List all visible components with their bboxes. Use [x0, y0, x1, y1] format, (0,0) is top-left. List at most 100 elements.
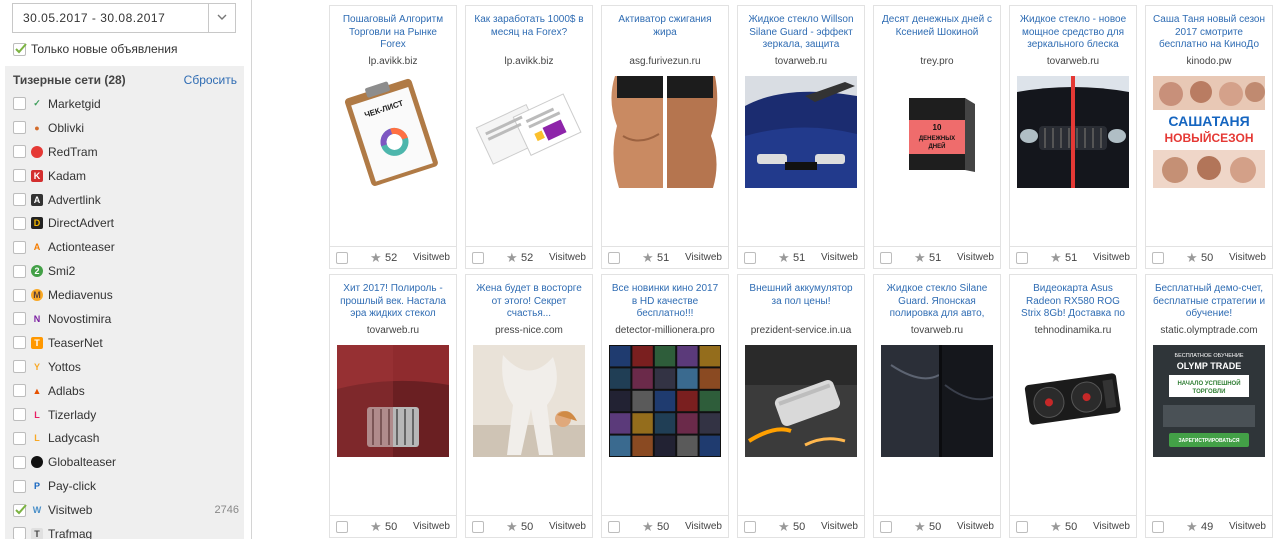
ad-card: Видеокарта Asus Radeon RX580 ROG Strix 8…	[1009, 274, 1137, 538]
ad-select-checkbox[interactable]	[1152, 521, 1164, 533]
network-checkbox[interactable]	[13, 145, 26, 159]
ad-image-dark-car-panel[interactable]	[881, 345, 993, 457]
network-checkbox[interactable]	[13, 360, 26, 374]
only-new-filter[interactable]: Только новые объявления	[13, 41, 178, 57]
ad-title-link[interactable]: Жидкое стекло Silane Guard. Японская пол…	[880, 283, 994, 321]
ad-image-bodies-photo[interactable]	[609, 76, 721, 188]
ad-likes: 50	[521, 521, 534, 533]
reset-link[interactable]: Сбросить	[184, 73, 237, 87]
date-range-picker[interactable]: 30.05.2017 - 30.08.2017	[12, 3, 236, 33]
ad-select-checkbox[interactable]	[744, 521, 756, 533]
network-item-novostimira[interactable]: N Novostimira	[13, 307, 239, 331]
ad-title-link[interactable]: Все новинки кино 2017 в HD качестве бесп…	[608, 283, 722, 321]
ad-select-checkbox[interactable]	[608, 252, 620, 264]
ad-select-checkbox[interactable]	[472, 521, 484, 533]
network-checkbox[interactable]	[13, 121, 26, 135]
network-checkbox[interactable]	[13, 431, 26, 445]
network-checkbox[interactable]	[13, 527, 26, 539]
network-checkbox[interactable]	[13, 503, 27, 517]
ad-title-link[interactable]: Как заработать 1000$ в месяц на Forex?	[472, 14, 586, 52]
network-checkbox[interactable]	[13, 288, 26, 302]
network-checkbox[interactable]	[13, 97, 26, 111]
ad-select-checkbox[interactable]	[608, 521, 620, 533]
ad-title-link[interactable]: Жена будет в восторге от этого! Секрет с…	[472, 283, 586, 321]
ad-image-car-front-split[interactable]	[1017, 76, 1129, 188]
ad-select-checkbox[interactable]	[1016, 521, 1028, 533]
network-item-adlabs[interactable]: ▲ Adlabs	[13, 379, 239, 403]
ad-select-checkbox[interactable]	[744, 252, 756, 264]
ad-image-booklet-pages[interactable]	[473, 76, 585, 188]
ad-select-checkbox[interactable]	[336, 521, 348, 533]
network-item-actionteaser[interactable]: A Actionteaser	[13, 235, 239, 259]
ad-image-product-box[interactable]: 10 ДЕНЕЖНЫХ ДНЕЙ	[881, 76, 993, 188]
ad-image-graphics-card[interactable]	[1017, 345, 1129, 457]
ad-select-checkbox[interactable]	[880, 252, 892, 264]
network-checkbox[interactable]	[13, 384, 26, 398]
star-icon: ★	[1050, 250, 1062, 265]
network-item-smi2[interactable]: 2 Smi2	[13, 259, 239, 283]
network-item-ladycash[interactable]: L Ladycash	[13, 426, 239, 450]
network-checkbox[interactable]	[13, 455, 26, 469]
ad-image-woman-pose[interactable]	[473, 345, 585, 457]
ad-select-checkbox[interactable]	[336, 252, 348, 264]
ad-title-link[interactable]: Жидкое стекло - новое мощное средство дл…	[1016, 14, 1130, 52]
network-item-tizerlady[interactable]: L Tizerlady	[13, 403, 239, 427]
network-item-globalteaser[interactable]: Globalteaser	[13, 450, 239, 474]
ad-select-checkbox[interactable]	[880, 521, 892, 533]
network-item-teasernet[interactable]: T TeaserNet	[13, 331, 239, 355]
ad-footer: ★ 50 Visitweb	[738, 515, 864, 537]
networks-heading: Тизерные сети (28)	[13, 73, 126, 87]
ad-title-link[interactable]: Активатор сжигания жира	[608, 14, 722, 52]
chevron-down-icon	[217, 14, 227, 20]
ad-image-clipboard-checklist[interactable]: ЧЕК-ЛИСТ	[337, 76, 449, 188]
ladycash-icon: L	[34, 433, 40, 444]
ad-image-blue-car-polish[interactable]	[745, 76, 857, 188]
date-range-toggle[interactable]	[208, 4, 235, 32]
ad-title-link[interactable]: Видеокарта Asus Radeon RX580 ROG Strix 8…	[1016, 283, 1130, 321]
network-name: Yottos	[48, 359, 81, 374]
ad-title-link[interactable]: Внешний аккумулятор за пол цены!	[744, 283, 858, 321]
star-icon: ★	[370, 250, 382, 265]
network-name: TeaserNet	[48, 335, 103, 350]
ad-likes: 51	[793, 252, 806, 264]
ad-title-link[interactable]: Бесплатный демо-счет, бесплатные стратег…	[1152, 283, 1266, 321]
network-checkbox[interactable]	[13, 479, 26, 493]
network-checkbox[interactable]	[13, 169, 26, 183]
network-item-advertlink[interactable]: A Advertlink	[13, 188, 239, 212]
network-item-oblivki[interactable]: ● Oblivki	[13, 116, 239, 140]
ad-select-checkbox[interactable]	[1152, 252, 1164, 264]
ad-title-link[interactable]: Хит 2017! Полироль - прошлый век. Настал…	[336, 283, 450, 321]
ad-source: Visitweb	[1092, 252, 1130, 263]
network-checkbox[interactable]	[13, 336, 26, 350]
advertlink-icon: A	[31, 193, 43, 206]
network-item-kadam[interactable]: K Kadam	[13, 164, 239, 188]
network-checkbox[interactable]	[13, 312, 26, 326]
ad-image-movie-posters-grid[interactable]	[609, 345, 721, 457]
network-checkbox[interactable]	[13, 240, 26, 254]
network-item-redtram[interactable]: RedTram	[13, 140, 239, 164]
network-item-directadvert[interactable]: D DirectAdvert	[13, 211, 239, 235]
network-item-visitweb[interactable]: W Visitweb 2746	[13, 498, 239, 522]
network-checkbox[interactable]	[13, 193, 26, 206]
ad-select-checkbox[interactable]	[1016, 252, 1028, 264]
ad-image-olymp-trade-banner[interactable]: БЕСПЛАТНОЕ ОБУЧЕНИЕ OLYMP TRADE НАЧАЛО УСП…	[1153, 345, 1265, 457]
network-item-trafmag[interactable]: T Trafmag	[13, 522, 239, 539]
ad-title-link[interactable]: Саша Таня новый сезон 2017 смотрите бесп…	[1152, 14, 1266, 52]
ad-title-link[interactable]: Пошаговый Алгоритм Торговли на Рынке For…	[336, 14, 450, 52]
ad-card: Саша Таня новый сезон 2017 смотрите бесп…	[1145, 5, 1273, 269]
network-checkbox[interactable]	[13, 216, 26, 230]
network-item-marketgid[interactable]: ✓ Marketgid	[13, 92, 239, 116]
only-new-checkbox[interactable]	[13, 42, 27, 56]
ad-domain: asg.furivezun.ru	[629, 56, 701, 67]
network-item-mediavenus[interactable]: M Mediavenus	[13, 283, 239, 307]
ad-image-tv-show-poster[interactable]: САШАТАНЯ НОВЫЙСЕЗОН	[1153, 76, 1265, 188]
ad-image-power-bank[interactable]	[745, 345, 857, 457]
ad-title-link[interactable]: Десят денежных дней с Ксенией Шокиной	[880, 14, 994, 52]
network-item-yottos[interactable]: Y Yottos	[13, 355, 239, 379]
ad-image-red-car-grille[interactable]	[337, 345, 449, 457]
network-checkbox[interactable]	[13, 264, 26, 278]
ad-select-checkbox[interactable]	[472, 252, 484, 264]
ad-title-link[interactable]: Жидкое стекло Willson Silane Guard - эфф…	[744, 14, 858, 52]
network-item-payclick[interactable]: P Pay-click	[13, 474, 239, 498]
network-checkbox[interactable]	[13, 408, 26, 422]
